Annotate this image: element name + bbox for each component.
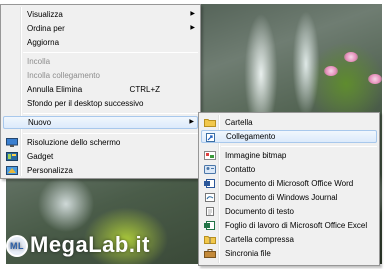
journal-document-icon	[204, 193, 216, 202]
menu-item-label: Sincronia file	[225, 249, 271, 258]
flower-decoration	[368, 74, 382, 84]
menu-item-sort-by[interactable]: Ordina per ▶	[3, 22, 198, 35]
menu-item-label: Visualizza	[27, 10, 63, 19]
submenu-arrow-icon: ▶	[190, 11, 195, 17]
menu-item-label: Cartella compressa	[225, 235, 294, 244]
submenu-item-word-document[interactable]: Documento di Microsoft Office Word	[201, 177, 377, 190]
contact-icon	[204, 165, 216, 174]
zip-folder-icon	[204, 235, 216, 244]
menu-item-label: Sfondo per il desktop successivo	[27, 99, 144, 108]
flower-decoration	[324, 66, 338, 76]
menu-item-label: Foglio di lavoro di Microsoft Office Exc…	[225, 221, 368, 230]
submenu-item-text-document[interactable]: Documento di testo	[201, 205, 377, 218]
menu-item-label: Collegamento	[226, 132, 276, 141]
menu-separator	[221, 146, 377, 147]
menu-item-label: Documento di Windows Journal	[225, 193, 338, 202]
folder-icon	[204, 118, 216, 127]
menu-item-new[interactable]: Nuovo ▶	[3, 116, 198, 129]
menu-separator	[23, 113, 198, 114]
menu-item-screen-resolution[interactable]: Risoluzione dello schermo	[3, 136, 198, 149]
submenu-item-shortcut[interactable]: Collegamento	[201, 130, 377, 143]
menu-separator	[23, 52, 198, 53]
shortcut-icon	[205, 133, 217, 142]
personalize-icon	[6, 166, 18, 175]
menu-item-label: Aggiorna	[27, 38, 60, 47]
submenu-arrow-icon: ▶	[190, 25, 195, 31]
submenu-arrow-icon: ▶	[189, 119, 194, 125]
submenu-item-briefcase[interactable]: Sincronia file	[201, 247, 377, 260]
flower-decoration	[344, 52, 358, 62]
menu-item-label: Risoluzione dello schermo	[27, 138, 121, 147]
monitor-icon	[6, 138, 18, 147]
menu-item-label: Documento di Microsoft Office Word	[225, 179, 354, 188]
menu-item-undo-delete[interactable]: Annulla Elimina CTRL+Z	[3, 83, 198, 96]
menu-item-paste-shortcut[interactable]: Incolla collegamento	[3, 69, 198, 82]
submenu-item-folder[interactable]: Cartella	[201, 116, 377, 129]
menu-item-label: Incolla collegamento	[27, 71, 100, 80]
menu-item-label: Gadget	[27, 152, 54, 161]
submenu-item-bitmap[interactable]: Immagine bitmap	[201, 149, 377, 162]
menu-item-label: Contatto	[225, 165, 256, 174]
submenu-item-journal-document[interactable]: Documento di Windows Journal	[201, 191, 377, 204]
briefcase-icon	[204, 249, 216, 258]
desktop-context-menu: Visualizza ▶ Ordina per ▶ Aggiorna Incol…	[0, 4, 201, 179]
watermark-text: MegaLab.it	[30, 232, 150, 257]
menu-item-label: Ordina per	[27, 24, 65, 33]
menu-item-label: Personalizza	[27, 166, 73, 175]
menu-item-label: Incolla	[27, 57, 51, 66]
gadget-icon	[6, 152, 18, 161]
word-document-icon	[204, 179, 216, 188]
excel-document-icon	[204, 221, 216, 230]
menu-item-label: Nuovo	[28, 118, 52, 127]
menu-item-label: Immagine bitmap	[225, 151, 287, 160]
menu-item-label: Documento di testo	[225, 207, 294, 216]
megalab-watermark: ML MegaLab.it	[6, 232, 150, 258]
text-document-icon	[204, 207, 216, 216]
menu-item-paste[interactable]: Incolla	[3, 55, 198, 68]
bitmap-icon	[204, 151, 216, 160]
menu-item-label: Cartella	[225, 118, 253, 127]
submenu-item-excel-document[interactable]: Foglio di lavoro di Microsoft Office Exc…	[201, 219, 377, 232]
menu-item-gadget[interactable]: Gadget	[3, 150, 198, 163]
submenu-item-contact[interactable]: Contatto	[201, 163, 377, 176]
menu-item-view[interactable]: Visualizza ▶	[3, 8, 198, 21]
menu-separator	[23, 133, 198, 134]
submenu-item-compressed-folder[interactable]: Cartella compressa	[201, 233, 377, 246]
menu-item-label: Annulla Elimina	[27, 85, 83, 94]
menu-item-next-background[interactable]: Sfondo per il desktop successivo	[3, 97, 198, 110]
menu-item-personalize[interactable]: Personalizza	[3, 164, 198, 177]
menu-item-shortcut: CTRL+Z	[129, 85, 160, 94]
menu-item-refresh[interactable]: Aggiorna	[3, 36, 198, 49]
new-submenu: Cartella Collegamento Immagine bitmap Co…	[198, 112, 380, 266]
watermark-badge: ML	[6, 235, 28, 257]
